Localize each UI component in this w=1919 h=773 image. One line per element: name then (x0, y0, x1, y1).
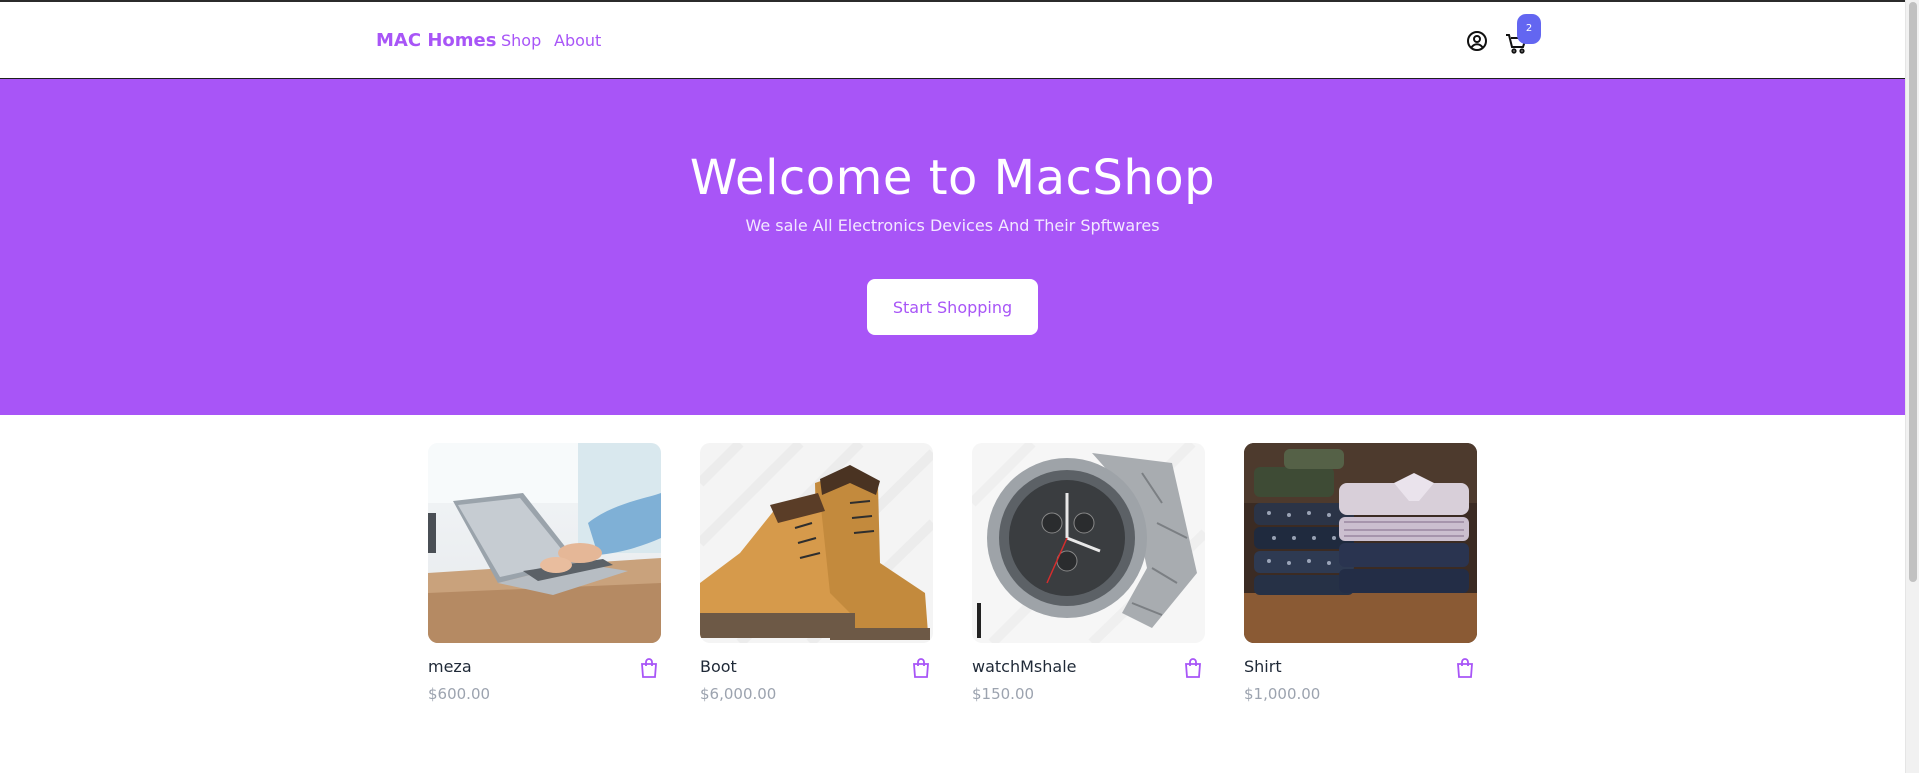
product-name[interactable]: Shirt (1244, 657, 1282, 676)
page-scrollbar[interactable] (1905, 0, 1919, 773)
product-name[interactable]: meza (428, 657, 472, 676)
product-price: $6,000.00 (700, 685, 777, 703)
product-image-watch[interactable] (972, 443, 1205, 643)
brand-logo-link[interactable]: MAC Homes (376, 30, 496, 51)
product-name[interactable]: Boot (700, 657, 737, 676)
nav-link-shop[interactable]: Shop (501, 31, 541, 50)
hero-title: Welcome to MacShop (689, 150, 1216, 206)
product-price: $600.00 (428, 685, 491, 703)
navbar: MAC Homes Shop About 2 (0, 2, 1905, 79)
add-to-cart-bag-icon[interactable] (637, 656, 661, 680)
product-name[interactable]: watchMshale (972, 657, 1076, 676)
product-card[interactable]: meza $600.00 (428, 443, 661, 713)
scrollbar-thumb[interactable] (1909, 2, 1917, 582)
start-shopping-button[interactable]: Start Shopping (867, 279, 1038, 335)
product-price: $150.00 (972, 685, 1035, 703)
product-card[interactable]: Shirt $1,000.00 (1244, 443, 1477, 713)
hero-banner: Welcome to MacShop We sale All Electroni… (0, 79, 1905, 415)
add-to-cart-bag-icon[interactable] (1453, 656, 1477, 680)
product-grid: meza $600.00 Boot $6,000.00 watchMshale … (428, 443, 1478, 723)
product-image-laptop[interactable] (428, 443, 661, 643)
product-card[interactable]: watchMshale $150.00 (972, 443, 1205, 713)
user-circle-icon[interactable] (1465, 29, 1489, 53)
product-card[interactable]: Boot $6,000.00 (700, 443, 933, 713)
product-image-boots[interactable] (700, 443, 933, 643)
product-price: $1,000.00 (1244, 685, 1321, 703)
hero-subtitle: We sale All Electronics Devices And Thei… (745, 216, 1160, 235)
add-to-cart-bag-icon[interactable] (909, 656, 933, 680)
product-image-shirts[interactable] (1244, 443, 1477, 643)
add-to-cart-bag-icon[interactable] (1181, 656, 1205, 680)
cart-count-badge: 2 (1517, 14, 1541, 44)
nav-link-about[interactable]: About (554, 31, 601, 50)
